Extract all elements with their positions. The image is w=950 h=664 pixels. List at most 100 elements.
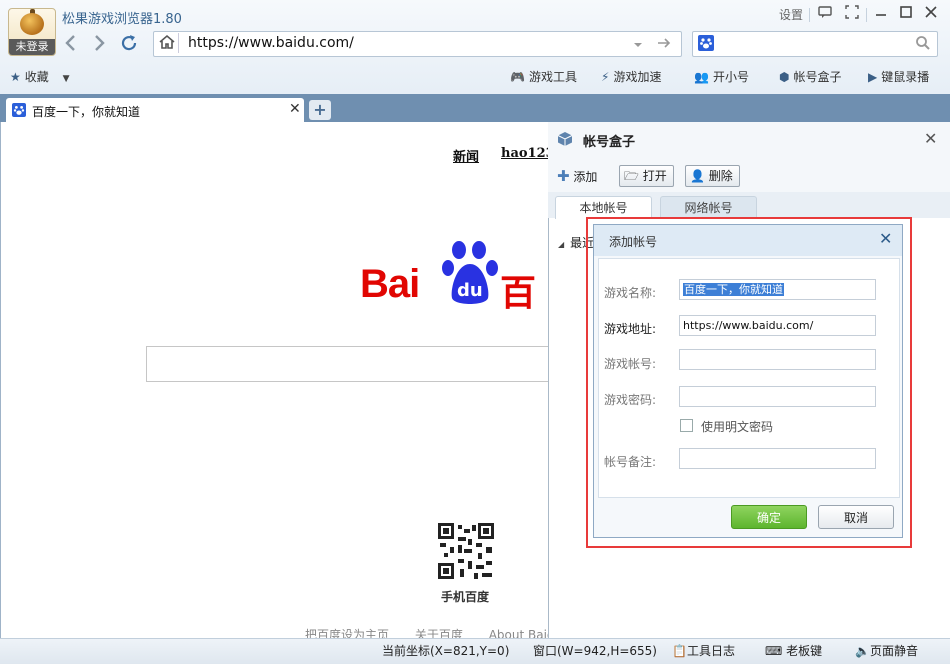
message-icon[interactable] bbox=[818, 5, 832, 22]
panel-toolbar bbox=[548, 158, 950, 193]
login-status[interactable]: 未登录 bbox=[9, 39, 55, 55]
mute-label: 页面静音 bbox=[869, 644, 918, 658]
keyboard-icon: ⌨ bbox=[765, 644, 783, 658]
panel-close-icon[interactable]: ✕ bbox=[924, 129, 937, 148]
toolbar-item-label: 游戏工具 bbox=[528, 70, 577, 84]
toolbar-macro-record[interactable]: ▶ 键鼠录播 bbox=[868, 68, 929, 85]
link-news[interactable]: 新闻 bbox=[453, 146, 479, 165]
game-url-value: https://www.baidu.com/ bbox=[683, 319, 814, 332]
game-url-label: 游戏地址: bbox=[604, 322, 657, 336]
add-account-button[interactable]: ✚ 添加 bbox=[557, 167, 597, 185]
delete-label: 删除 bbox=[708, 169, 733, 183]
acorn-icon bbox=[20, 13, 44, 35]
divider bbox=[866, 8, 867, 22]
game-name-label: 游戏名称: bbox=[604, 286, 657, 300]
window-title: 松果游戏浏览器1.80 bbox=[62, 12, 182, 27]
maximize-icon[interactable] bbox=[899, 5, 913, 22]
box-icon: ⬢ bbox=[779, 70, 790, 84]
show-password-label[interactable]: 使用明文密码 bbox=[701, 418, 773, 435]
forward-icon[interactable] bbox=[92, 33, 108, 58]
speaker-icon: 🔈 bbox=[855, 644, 870, 658]
qr-code bbox=[436, 521, 496, 581]
game-account-field[interactable] bbox=[679, 349, 876, 370]
game-password-label: 游戏密码: bbox=[604, 393, 657, 407]
tab-network-accounts[interactable]: 网络帐号 bbox=[660, 196, 757, 219]
footer-links: 把百度设为主页 关于百度 About Baidu bbox=[305, 626, 548, 638]
search-input[interactable] bbox=[692, 31, 938, 57]
go-icon[interactable] bbox=[656, 36, 672, 53]
user-delete-icon: 👤 bbox=[690, 169, 705, 183]
search-icon[interactable] bbox=[915, 35, 931, 54]
baidu-search-icon[interactable] bbox=[698, 35, 714, 51]
settings-link[interactable]: 设置 bbox=[779, 6, 803, 23]
fullscreen-icon[interactable] bbox=[845, 5, 859, 22]
baidu-search-input[interactable] bbox=[146, 346, 549, 382]
minimize-icon[interactable] bbox=[874, 4, 888, 21]
link-about-baidu[interactable]: 关于百度 bbox=[415, 628, 463, 638]
clipboard-icon: 📋 bbox=[672, 644, 687, 658]
baidu-favicon-icon bbox=[12, 103, 26, 117]
favorites-button[interactable]: ★ 收藏 ▼ bbox=[10, 68, 70, 85]
panel-title: 帐号盒子 bbox=[583, 135, 636, 150]
back-icon[interactable] bbox=[62, 33, 78, 58]
tool-log-button[interactable]: 📋工具日志 bbox=[672, 642, 735, 659]
toolbar-alt-account[interactable]: 👥 开小号 bbox=[694, 68, 749, 85]
open-account-button[interactable]: 🗁 打开 bbox=[619, 165, 674, 187]
folder-icon: 🗁 bbox=[624, 169, 639, 183]
dropdown-icon[interactable] bbox=[633, 38, 643, 52]
account-note-field[interactable] bbox=[679, 448, 876, 469]
open-label: 打开 bbox=[642, 169, 667, 183]
logo-paw-text: du bbox=[457, 280, 483, 301]
plus-icon: ✚ bbox=[557, 167, 570, 185]
confirm-button[interactable]: 确定 bbox=[731, 505, 807, 529]
collapse-triangle-icon: ◢ bbox=[558, 240, 565, 249]
mute-page-button[interactable]: 🔈页面静音 bbox=[855, 642, 918, 659]
boss-key-label: 老板键 bbox=[786, 644, 823, 658]
toolbar-item-label: 帐号盒子 bbox=[793, 70, 842, 84]
add-label: 添加 bbox=[573, 170, 598, 184]
users-icon: 👥 bbox=[694, 70, 709, 84]
qr-label: 手机百度 bbox=[441, 590, 490, 604]
gamepad-icon: 🎮 bbox=[510, 70, 525, 84]
logo-text: Bai bbox=[360, 262, 420, 306]
tab-label: 百度一下，你就知道 bbox=[32, 105, 141, 119]
tab-local-accounts[interactable]: 本地帐号 bbox=[555, 196, 652, 219]
account-note-label: 帐号备注: bbox=[604, 455, 657, 469]
new-tab-button[interactable]: + bbox=[309, 100, 331, 120]
tab-close-icon[interactable]: ✕ bbox=[289, 101, 301, 117]
cancel-button[interactable]: 取消 bbox=[818, 505, 894, 529]
game-password-field[interactable] bbox=[679, 386, 876, 407]
home-icon[interactable] bbox=[156, 33, 179, 53]
divider bbox=[809, 8, 810, 22]
boss-key-button[interactable]: ⌨ 老板键 bbox=[765, 642, 822, 659]
show-password-checkbox[interactable] bbox=[680, 419, 693, 432]
game-account-label: 游戏帐号: bbox=[604, 357, 657, 371]
link-set-homepage[interactable]: 把百度设为主页 bbox=[305, 628, 389, 638]
favorites-label: 收藏 bbox=[24, 70, 49, 84]
baidu-logo: Bai du 百度 bbox=[360, 240, 548, 310]
chevron-down-icon: ▼ bbox=[62, 74, 70, 84]
url-text[interactable]: https://www.baidu.com/ bbox=[188, 35, 354, 51]
delete-account-button[interactable]: 👤 删除 bbox=[685, 165, 740, 187]
toolbar-game-tools[interactable]: 🎮 游戏工具 bbox=[510, 68, 577, 85]
box-icon bbox=[557, 131, 573, 150]
link-about-baidu-en[interactable]: About Baidu bbox=[489, 628, 548, 638]
account-avatar[interactable]: 未登录 bbox=[8, 8, 56, 56]
dialog-close-icon[interactable]: ✕ bbox=[879, 229, 892, 248]
game-url-field[interactable]: https://www.baidu.com/ bbox=[679, 315, 876, 336]
toolbar-item-label: 游戏加速 bbox=[613, 70, 662, 84]
toolbar-game-speed[interactable]: ⚡ 游戏加速 bbox=[601, 68, 661, 85]
cursor-coordinates: 当前坐标(X=821,Y=0) bbox=[382, 644, 510, 658]
logo-suffix: 百度 bbox=[500, 273, 537, 310]
close-icon[interactable] bbox=[924, 5, 938, 22]
star-icon: ★ bbox=[10, 70, 21, 84]
game-name-field[interactable]: 百度一下，你就知道 bbox=[679, 279, 876, 300]
link-hao123[interactable]: hao123 bbox=[501, 146, 548, 161]
dialog-title: 添加帐号 bbox=[609, 235, 658, 249]
toolbar-account-box[interactable]: ⬢ 帐号盒子 bbox=[779, 68, 842, 85]
lightning-icon: ⚡ bbox=[601, 70, 610, 84]
toolbar-item-label: 键鼠录播 bbox=[881, 70, 930, 84]
game-name-value: 百度一下，你就知道 bbox=[683, 283, 784, 296]
window-size: 窗口(W=942,H=655) bbox=[533, 644, 657, 658]
refresh-icon[interactable] bbox=[120, 33, 138, 58]
